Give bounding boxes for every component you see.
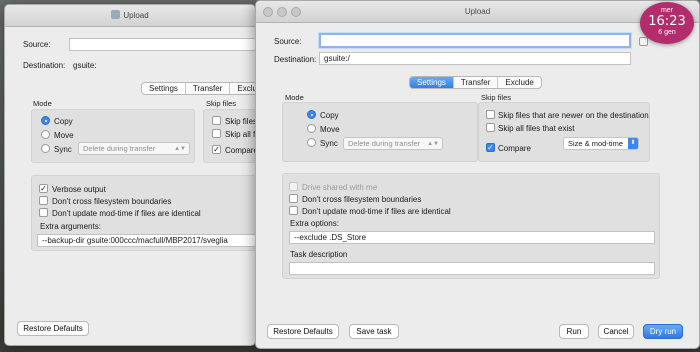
front-mode-sync-radio[interactable]: [307, 138, 316, 147]
front-modtime-label: Don't update mod-time if files are ident…: [302, 207, 451, 216]
clock-time: 16:23: [648, 14, 686, 29]
back-mode-sync-label: Sync: [54, 145, 72, 154]
front-mode-title: Mode: [285, 93, 304, 102]
front-task-description-label: Task description: [290, 250, 348, 259]
back-skip-group: Skip files th Skip all file Compare: [203, 109, 256, 163]
back-mode-group: Copy Move Sync Delete during transfer ▲▼: [31, 109, 195, 163]
front-sync-select[interactable]: Delete during transfer ▲▼: [343, 137, 443, 150]
back-cross-fs-checkbox[interactable]: [39, 196, 48, 205]
front-mode-sync-label: Sync: [320, 139, 338, 148]
back-compare-label: Compare: [225, 146, 256, 155]
front-skip-newer-label: Skip files that are newer on the destina…: [498, 111, 649, 120]
back-modtime-checkbox[interactable]: [39, 208, 48, 217]
chevron-updown-icon: ▲▼: [174, 146, 186, 152]
front-drive-shared-checkbox[interactable]: [289, 182, 298, 191]
front-mode-copy-radio[interactable]: [307, 110, 316, 119]
front-mode-move-label: Move: [320, 125, 340, 134]
back-skip-title: Skip files: [206, 99, 237, 108]
front-mode-move-radio[interactable]: [307, 124, 316, 133]
front-task-description-input[interactable]: [289, 262, 655, 275]
back-mode-move-label: Move: [54, 131, 74, 140]
front-cross-fs-checkbox[interactable]: [289, 194, 298, 203]
front-destination-input[interactable]: gsuite:/: [319, 52, 631, 65]
back-skip-newer-checkbox[interactable]: [212, 116, 221, 125]
front-source-option-checkbox[interactable]: [639, 37, 648, 46]
back-tab-transfer[interactable]: Transfer: [186, 83, 231, 94]
front-destination-label: Destination:: [274, 55, 317, 64]
back-tab-exclude[interactable]: Exclude: [230, 83, 255, 94]
front-run-button[interactable]: Run: [559, 324, 589, 339]
chevron-updown-icon: ⬍: [628, 138, 638, 149]
front-skip-group: Skip files that are newer on the destina…: [478, 102, 650, 162]
back-options-group: Verbose output Don't cross filesystem bo…: [31, 175, 255, 251]
back-sync-select[interactable]: Delete during transfer ▲▼: [78, 142, 190, 155]
back-skip-exist-label: Skip all file: [225, 130, 255, 139]
front-save-task-button[interactable]: Save task: [349, 324, 399, 339]
front-source-label: Source:: [274, 37, 302, 46]
front-modtime-checkbox[interactable]: [289, 206, 298, 215]
clock-widget: mer 16:23 6 gen: [640, 2, 694, 44]
back-window-title: Upload: [123, 11, 149, 20]
front-skip-title: Skip files: [481, 93, 512, 102]
back-extra-args-label: Extra arguments:: [40, 222, 101, 231]
front-source-input[interactable]: [319, 33, 631, 48]
front-compare-label: Compare: [498, 144, 531, 153]
front-cross-fs-label: Don't cross filesystem boundaries: [302, 195, 422, 204]
clock-date: 6 gen: [658, 29, 676, 36]
back-cross-fs-label: Don't cross filesystem boundaries: [52, 197, 172, 206]
back-modtime-label: Don't update mod-time if files are ident…: [52, 209, 201, 218]
front-titlebar: Upload: [256, 1, 699, 23]
back-mode-sync-radio[interactable]: [41, 144, 50, 153]
front-options-group: Drive shared with me Don't cross filesys…: [282, 173, 660, 279]
back-mode-copy-label: Copy: [54, 117, 73, 126]
front-mode-group: Copy Move Sync Delete during transfer ▲▼: [282, 102, 478, 162]
front-cancel-button[interactable]: Cancel: [598, 324, 634, 339]
back-skip-newer-label: Skip files th: [225, 117, 256, 126]
front-compare-select-value: Size & mod-time: [568, 139, 624, 148]
front-skip-newer-checkbox[interactable]: [486, 110, 495, 119]
front-compare-checkbox[interactable]: [486, 143, 495, 152]
back-tab-bar: Settings Transfer Exclude: [141, 82, 255, 95]
front-tab-exclude[interactable]: Exclude: [498, 77, 540, 88]
front-drive-shared-label: Drive shared with me: [302, 183, 378, 192]
back-source-input[interactable]: [69, 38, 255, 51]
front-window-title: Upload: [464, 7, 491, 16]
back-titlebar: Upload: [5, 5, 255, 27]
app-icon: [111, 10, 121, 19]
back-destination-label: Destination:: [23, 61, 66, 70]
minimize-window-icon[interactable]: [277, 7, 287, 17]
front-extra-options-input[interactable]: --exclude .DS_Store: [289, 231, 655, 244]
front-tab-settings[interactable]: Settings: [410, 77, 454, 88]
back-upload-window[interactable]: Upload Source: Destination: gsuite: Sett…: [4, 4, 256, 346]
front-skip-exist-checkbox[interactable]: [486, 123, 495, 132]
back-mode-move-radio[interactable]: [41, 130, 50, 139]
front-mode-copy-label: Copy: [320, 111, 339, 120]
front-tab-transfer[interactable]: Transfer: [454, 77, 499, 88]
close-window-icon[interactable]: [263, 7, 273, 17]
back-source-label: Source:: [23, 40, 51, 49]
back-compare-checkbox[interactable]: [212, 145, 221, 154]
back-extra-args-input[interactable]: --backup-dir gsuite:000ccc/macfull/MBP20…: [37, 234, 255, 247]
front-compare-select[interactable]: Size & mod-time ⬍: [563, 137, 639, 150]
front-tab-bar: Settings Transfer Exclude: [409, 76, 542, 89]
front-upload-window[interactable]: Upload Source: Destination: gsuite:/ Set…: [255, 0, 700, 349]
back-tab-settings[interactable]: Settings: [142, 83, 186, 94]
chevron-updown-icon: ▲▼: [427, 141, 439, 147]
front-sync-select-value: Delete during transfer: [348, 139, 421, 148]
front-extra-options-label: Extra options:: [290, 219, 339, 228]
back-skip-exist-checkbox[interactable]: [212, 129, 221, 138]
back-verbose-checkbox[interactable]: [39, 184, 48, 193]
back-mode-copy-radio[interactable]: [41, 116, 50, 125]
back-verbose-label: Verbose output: [52, 185, 106, 194]
front-dry-run-button[interactable]: Dry run: [643, 324, 683, 339]
back-sync-select-value: Delete during transfer: [83, 144, 156, 153]
back-mode-title: Mode: [33, 99, 52, 108]
back-destination-value[interactable]: gsuite:: [73, 61, 97, 70]
front-skip-exist-label: Skip all files that exist: [498, 124, 575, 133]
zoom-window-icon[interactable]: [291, 7, 301, 17]
front-restore-defaults-button[interactable]: Restore Defaults: [267, 324, 339, 339]
back-restore-defaults-button[interactable]: Restore Defaults: [17, 321, 89, 336]
